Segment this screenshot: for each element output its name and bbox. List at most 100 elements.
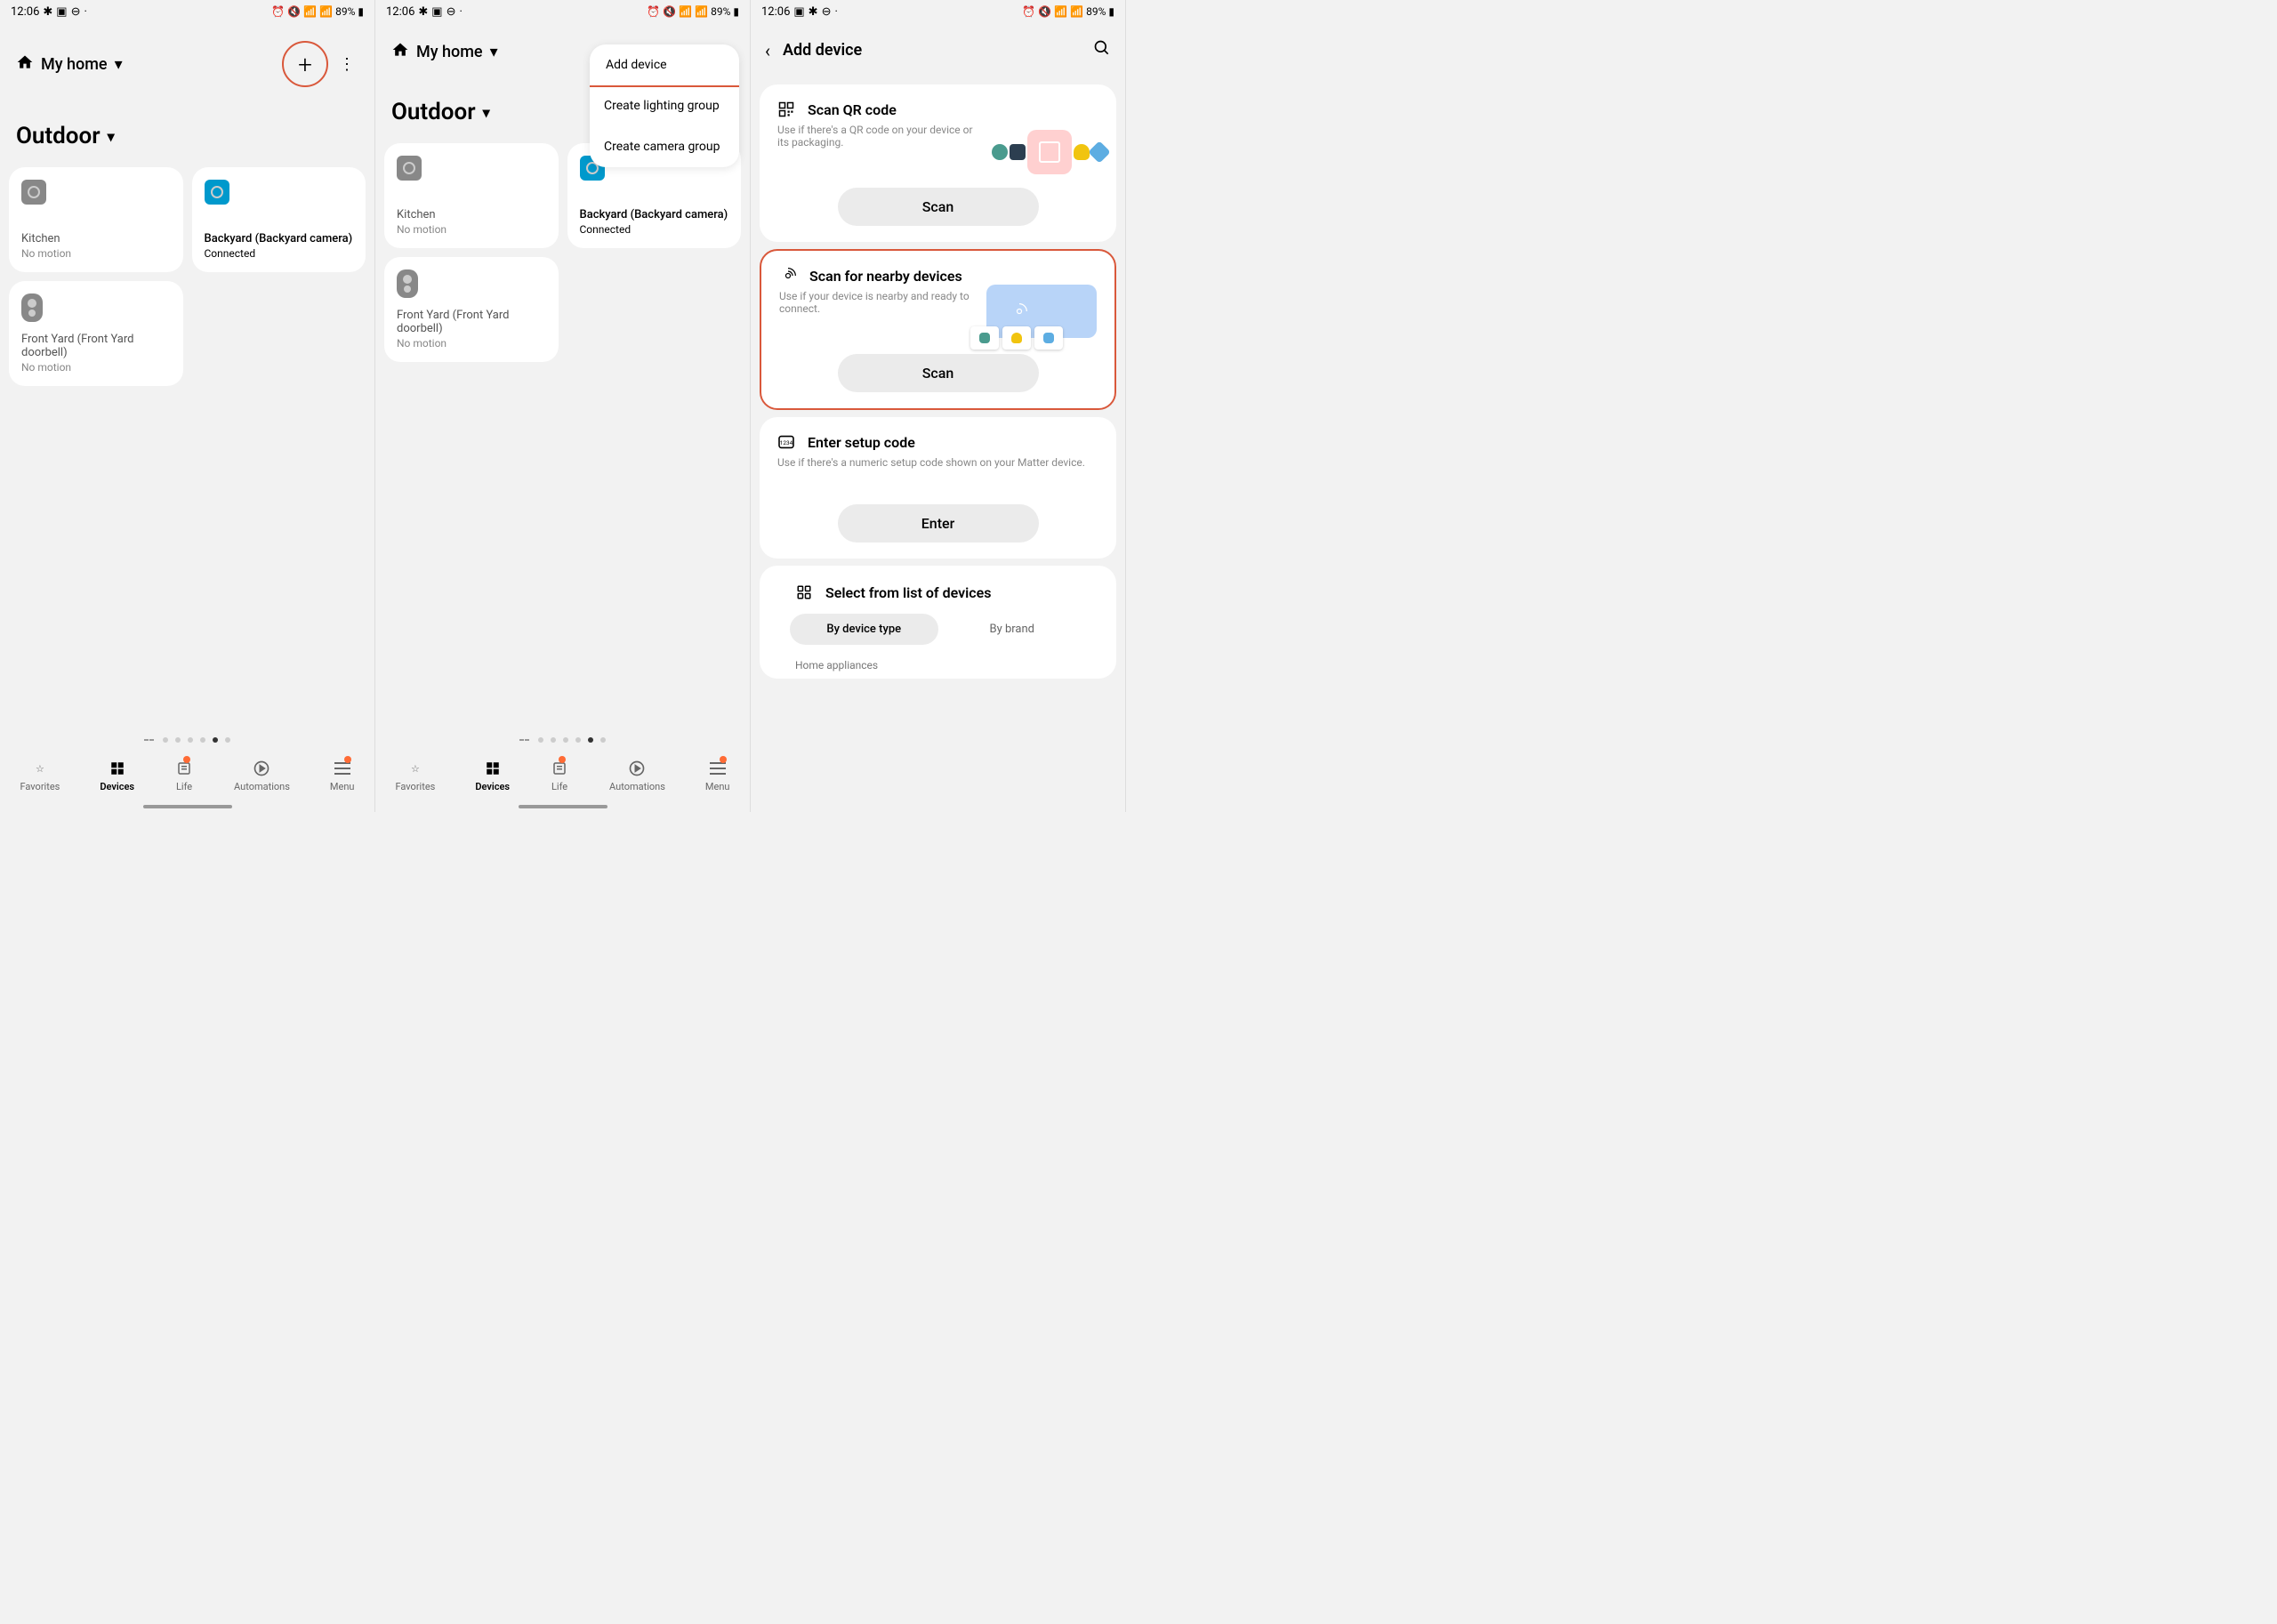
more-icon: · xyxy=(459,5,462,19)
device-card-backyard[interactable]: Backyard (Backyard camera) Connected xyxy=(192,167,366,272)
scan-qr-button[interactable]: Scan xyxy=(838,188,1039,226)
badge-dot xyxy=(720,756,727,763)
filter-by-brand[interactable]: By brand xyxy=(938,614,1087,645)
nav-menu[interactable]: Menu xyxy=(705,759,730,792)
nav-menu[interactable]: Menu xyxy=(330,759,355,792)
qr-icon xyxy=(777,100,795,118)
camera-icon xyxy=(397,156,422,181)
status-bar: 12:06 ✱ ▣ ⊖ · ⏰ 🔇 📶 📶 89% ▮ xyxy=(375,0,750,23)
play-icon xyxy=(627,759,647,778)
grid-icon xyxy=(483,759,503,778)
option-scan-nearby[interactable]: Scan for nearby devices Use if your devi… xyxy=(760,249,1116,410)
wifi-icon: 📶 xyxy=(679,5,692,18)
option-title: Scan for nearby devices xyxy=(809,268,962,285)
nav-automations[interactable]: Automations xyxy=(609,759,665,792)
filter-by-type[interactable]: By device type xyxy=(790,614,938,645)
wifi-icon: 📶 xyxy=(303,5,317,18)
device-status: No motion xyxy=(21,247,171,260)
battery-icon: ▮ xyxy=(358,5,364,18)
nav-favorites[interactable]: ☆ Favorites xyxy=(20,759,60,792)
home-indicator[interactable] xyxy=(143,805,232,808)
slack-icon: ✱ xyxy=(418,5,428,19)
menu-create-lighting-group[interactable]: Create lighting group xyxy=(590,85,739,126)
option-title: Select from list of devices xyxy=(825,584,991,601)
status-time: 12:06 xyxy=(386,5,414,19)
option-scan-qr[interactable]: Scan QR code Use if there's a QR code on… xyxy=(760,84,1116,242)
nav-devices[interactable]: Devices xyxy=(475,759,510,792)
back-button[interactable]: ‹ xyxy=(765,40,770,61)
more-menu-button[interactable]: ⋮ xyxy=(335,55,358,74)
apps-icon xyxy=(795,583,813,601)
battery-percent: 89% xyxy=(335,5,355,18)
camera-icon xyxy=(205,180,229,205)
nav-favorites[interactable]: ☆ Favorites xyxy=(396,759,436,792)
device-status: No motion xyxy=(21,361,171,374)
home-icon xyxy=(391,41,409,63)
bottom-nav: ☆ Favorites Devices Life Automations Men… xyxy=(375,750,750,812)
menu-add-device[interactable]: Add device xyxy=(590,44,739,87)
status-bar: 12:06 ✱ ▣ ⊖ · ⏰ 🔇 📶 📶 89% ▮ xyxy=(0,0,374,23)
more-icon: · xyxy=(84,5,86,19)
code-icon: 1234 xyxy=(777,433,795,451)
page-indicator[interactable] xyxy=(0,737,374,743)
home-label: My home xyxy=(416,43,483,61)
screen-add-device: 12:06 ▣ ✱ ⊖ · ⏰ 🔇 📶 📶 89% ▮ ‹ Add device… xyxy=(751,0,1126,812)
scan-nearby-button[interactable]: Scan xyxy=(838,354,1039,392)
nav-automations[interactable]: Automations xyxy=(234,759,290,792)
room-dropdown[interactable]: Outdoor ▾ xyxy=(0,96,374,167)
image-icon: ▣ xyxy=(793,5,804,19)
nav-devices[interactable]: Devices xyxy=(100,759,134,792)
page-indicator[interactable] xyxy=(375,737,750,743)
nav-life[interactable]: Life xyxy=(550,759,569,792)
device-card-kitchen[interactable]: Kitchen No motion xyxy=(9,167,183,272)
radar-icon xyxy=(779,267,797,285)
option-title: Scan QR code xyxy=(808,101,897,118)
device-card-frontyard[interactable]: Front Yard (Front Yard doorbell) No moti… xyxy=(9,281,183,386)
device-name: Kitchen xyxy=(397,208,546,221)
add-button[interactable]: + xyxy=(282,41,328,87)
nav-life[interactable]: Life xyxy=(174,759,194,792)
device-status: No motion xyxy=(397,223,546,236)
more-icon: · xyxy=(834,5,837,19)
category-label: Home appliances xyxy=(777,659,1098,671)
plus-icon: + xyxy=(298,50,312,79)
menu-create-camera-group[interactable]: Create camera group xyxy=(590,126,739,167)
alarm-icon: ⏰ xyxy=(271,5,285,18)
image-icon: ▣ xyxy=(56,5,67,19)
mute-icon: 🔇 xyxy=(663,5,676,18)
battery-percent: 89% xyxy=(711,5,730,18)
device-status: No motion xyxy=(397,337,546,350)
camera-icon xyxy=(21,180,46,205)
search-button[interactable] xyxy=(1093,39,1111,61)
battery-icon: ▮ xyxy=(733,5,739,18)
badge-dot xyxy=(183,756,190,763)
option-desc: Use if there's a numeric setup code show… xyxy=(777,456,1098,469)
bottom-nav: ☆ Favorites Devices Life Automations Men… xyxy=(0,750,374,812)
image-icon: ▣ xyxy=(431,5,442,19)
screen-home: 12:06 ✱ ▣ ⊖ · ⏰ 🔇 📶 📶 89% ▮ My home ▾ + xyxy=(0,0,375,812)
dnd-icon: ⊖ xyxy=(71,5,81,19)
dnd-icon: ⊖ xyxy=(822,5,832,19)
home-indicator[interactable] xyxy=(519,805,607,808)
device-status: Connected xyxy=(205,247,354,260)
slack-icon: ✱ xyxy=(43,5,52,19)
home-dropdown[interactable]: My home ▾ xyxy=(391,41,498,63)
signal-icon: 📶 xyxy=(319,5,333,18)
add-menu-popup: Add device Create lighting group Create … xyxy=(590,44,739,167)
chevron-down-icon: ▾ xyxy=(108,128,115,145)
battery-icon: ▮ xyxy=(1108,5,1114,18)
device-card-frontyard[interactable]: Front Yard (Front Yard doorbell) No moti… xyxy=(384,257,559,362)
chevron-down-icon: ▾ xyxy=(483,104,490,121)
home-dropdown[interactable]: My home ▾ xyxy=(16,53,123,76)
grid-icon xyxy=(108,759,127,778)
battery-percent: 89% xyxy=(1086,5,1106,18)
home-label: My home xyxy=(41,55,108,74)
device-name: Backyard (Backyard camera) xyxy=(580,208,729,221)
alarm-icon: ⏰ xyxy=(647,5,660,18)
option-setup-code[interactable]: 1234 Enter setup code Use if there's a n… xyxy=(760,417,1116,559)
enter-code-button[interactable]: Enter xyxy=(838,504,1039,543)
device-card-kitchen[interactable]: Kitchen No motion xyxy=(384,143,559,248)
device-name: Kitchen xyxy=(21,232,171,245)
slack-icon: ✱ xyxy=(809,5,818,19)
room-label: Outdoor xyxy=(16,123,101,149)
